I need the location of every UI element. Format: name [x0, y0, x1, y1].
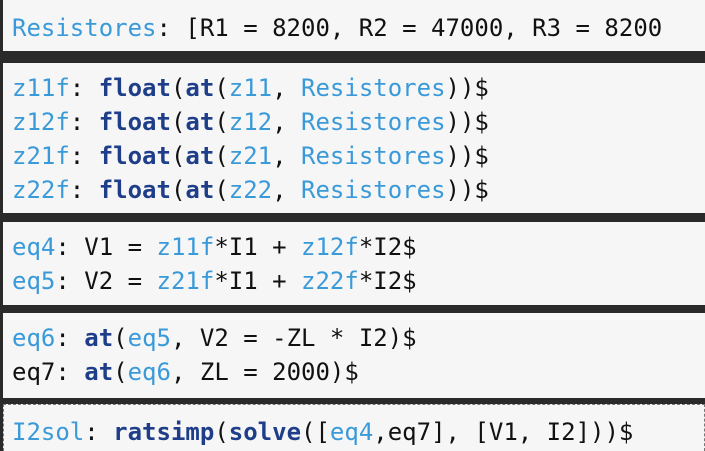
identifier-token: z11	[228, 74, 273, 102]
function-token: at	[84, 358, 114, 386]
code-text: *I1 +	[214, 267, 302, 295]
code-text: :	[69, 176, 99, 204]
identifier-token: z21f	[156, 267, 215, 295]
code-line: z11f: float(at(z11, Resistores))$	[12, 71, 705, 105]
code-text: ))$	[445, 142, 489, 170]
code-line: eq4: V1 = z11f*I1 + z12f*I2$	[12, 230, 705, 264]
code-text: ,	[272, 108, 302, 136]
identifier-token: eq6	[127, 358, 171, 386]
identifier-token: z22f	[12, 176, 70, 204]
identifier-token: z11f	[156, 233, 215, 261]
code-text: :	[69, 142, 99, 170]
code-text: (	[113, 324, 128, 352]
function-token: at	[185, 74, 215, 102]
identifier-token: eq5	[127, 324, 171, 352]
code-text: (	[214, 418, 229, 446]
identifier-token: z11f	[12, 74, 70, 102]
code-line: eq7: at(eq6, ZL = 2000)$	[12, 355, 705, 389]
code-text: ))$	[445, 108, 489, 136]
identifier-token: Resistores	[301, 142, 446, 170]
function-token: solve	[228, 418, 302, 446]
identifier-token: eq4	[329, 418, 374, 446]
function-token: float	[98, 74, 171, 102]
input-cell-active-i2sol[interactable]: I2sol: ratsimp(solve([eq4,eq7], [V1, I2]…	[3, 404, 705, 451]
code-text: eq7:	[12, 358, 85, 386]
function-token: float	[98, 142, 171, 170]
identifier-token: z22	[228, 176, 273, 204]
identifier-token: Resistores	[301, 74, 446, 102]
code-text: *I2$	[358, 267, 417, 295]
code-line: Resistores: [R1 = 8200, R2 = 47000, R3 =…	[12, 11, 705, 45]
code-line: eq6: at(eq5, V2 = -ZL * I2)$	[12, 321, 705, 355]
identifier-token: Resistores	[12, 14, 157, 42]
identifier-token: I2sol	[12, 418, 85, 446]
code-text: *I2$	[358, 233, 417, 261]
code-text: :	[69, 74, 99, 102]
code-text: : [R1 = 8200, R2 = 47000, R3 = 8200	[156, 14, 663, 42]
code-text: (	[214, 176, 229, 204]
code-text: ))$	[445, 74, 489, 102]
identifier-token: Resistores	[301, 176, 446, 204]
code-text: (	[170, 108, 186, 136]
function-token: at	[185, 142, 215, 170]
code-text: :	[55, 324, 85, 352]
code-text: ,	[272, 142, 302, 170]
code-text: (	[214, 142, 229, 170]
code-text: : V1 =	[55, 233, 157, 261]
code-text: ,eq7], [V1, I2]))$	[373, 418, 634, 446]
code-text: , ZL = 2000)$	[170, 358, 359, 386]
identifier-token: z21f	[12, 142, 70, 170]
code-text: ,	[272, 74, 302, 102]
identifier-token: z12	[228, 108, 273, 136]
code-line: z21f: float(at(z21, Resistores))$	[12, 139, 705, 173]
function-token: float	[98, 176, 171, 204]
code-text: (	[170, 176, 186, 204]
function-token: at	[185, 108, 215, 136]
code-text: :	[69, 108, 99, 136]
input-cell-resistores[interactable]: Resistores: [R1 = 8200, R2 = 47000, R3 =…	[3, 0, 705, 51]
function-token: ratsimp	[113, 418, 215, 446]
code-line: z22f: float(at(z22, Resistores))$	[12, 173, 705, 207]
identifier-token: z12f	[301, 233, 359, 261]
identifier-token: eq5	[12, 267, 56, 295]
code-text: , V2 = -ZL * I2)$	[170, 324, 417, 352]
function-token: at	[185, 176, 215, 204]
code-text: (	[170, 74, 186, 102]
input-cell-equations-eq6-eq7[interactable]: eq6: at(eq5, V2 = -ZL * I2)$ eq7: at(eq6,…	[3, 313, 705, 398]
function-token: float	[98, 108, 171, 136]
identifier-token: z12f	[12, 108, 70, 136]
code-text: (	[113, 358, 128, 386]
code-text: : V2 =	[55, 267, 157, 295]
identifier-token: z22f	[301, 267, 359, 295]
function-token: at	[84, 324, 114, 352]
identifier-token: eq4	[12, 233, 56, 261]
code-line: eq5: V2 = z21f*I1 + z22f*I2$	[12, 264, 705, 298]
code-text: ))$	[445, 176, 489, 204]
input-cell-float-impedances[interactable]: z11f: float(at(z11, Resistores))$ z12f: f…	[3, 63, 705, 213]
code-text: ,	[272, 176, 302, 204]
code-text: (	[170, 142, 186, 170]
code-text: :	[84, 418, 114, 446]
code-line: I2sol: ratsimp(solve([eq4,eq7], [V1, I2]…	[12, 415, 704, 449]
identifier-token: eq6	[12, 324, 56, 352]
code-text: (	[214, 108, 229, 136]
code-text: *I1 +	[214, 233, 302, 261]
identifier-token: z21	[228, 142, 273, 170]
code-text: (	[214, 74, 229, 102]
code-line: z12f: float(at(z12, Resistores))$	[12, 105, 705, 139]
input-cell-equations-eq4-eq5[interactable]: eq4: V1 = z11f*I1 + z12f*I2$ eq5: V2 = z2…	[3, 222, 705, 305]
identifier-token: Resistores	[301, 108, 446, 136]
code-text: ([	[301, 418, 330, 446]
